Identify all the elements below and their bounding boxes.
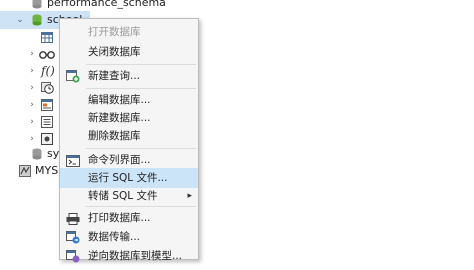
submenu-arrow-icon: ▸ [187, 191, 192, 201]
tree-item-views[interactable]: › [0, 45, 60, 63]
menu-separator [86, 88, 196, 89]
chevron-down-icon[interactable]: ⌄ [15, 11, 25, 29]
menu-item-reverse-to-model[interactable]: 逆向数据库到模型... [60, 246, 198, 266]
chevron-right-icon[interactable]: › [27, 79, 37, 97]
menu-item-delete-database[interactable]: 删除数据库 [60, 126, 198, 146]
model-icon [66, 250, 80, 270]
tree-item-queries[interactable]: › [0, 96, 60, 114]
menu-item-data-transfer[interactable]: 数据传输... [60, 227, 198, 247]
tree-item-events[interactable]: › [0, 79, 60, 97]
menu-item-edit-database[interactable]: 编辑数据库... [60, 90, 198, 110]
menu-item-close-database[interactable]: 关闭数据库 [60, 42, 198, 62]
menu-item-command-line[interactable]: 命令列界面... [60, 150, 198, 170]
tree-item-connection[interactable]: MYSQ [0, 162, 67, 183]
menu-item-run-sql-file[interactable]: 运行 SQL 文件... [60, 168, 198, 188]
menu-item-dump-sql-file[interactable]: 转储 SQL 文件 ▸ [60, 186, 198, 206]
chevron-right-icon[interactable]: › [27, 113, 37, 131]
menu-separator [86, 206, 196, 207]
tree-item-reports[interactable]: › [0, 113, 60, 131]
function-icon: f() [41, 64, 55, 78]
database-context-menu: 打开数据库 关闭数据库 新建查询... 编辑数据库... 新建数据库... 删除… [59, 18, 199, 263]
tree-item-tables[interactable] [0, 28, 60, 46]
tree-item-sys[interactable]: sys [0, 145, 65, 163]
menu-separator [86, 64, 196, 65]
chevron-right-icon[interactable]: › [27, 96, 37, 114]
menu-item-new-query[interactable]: 新建查询... [60, 66, 198, 86]
menu-item-new-database[interactable]: 新建数据库... [60, 108, 198, 128]
chevron-right-icon[interactable]: › [27, 62, 37, 80]
connection-icon [19, 165, 31, 183]
chevron-right-icon[interactable]: › [27, 45, 37, 63]
new-query-icon [66, 70, 80, 90]
tree-item-functions[interactable]: › f() [0, 62, 60, 80]
menu-separator [86, 148, 196, 149]
menu-item-open-database[interactable]: 打开数据库 [60, 22, 198, 42]
menu-item-print-database[interactable]: 打印数据库... [60, 208, 198, 228]
